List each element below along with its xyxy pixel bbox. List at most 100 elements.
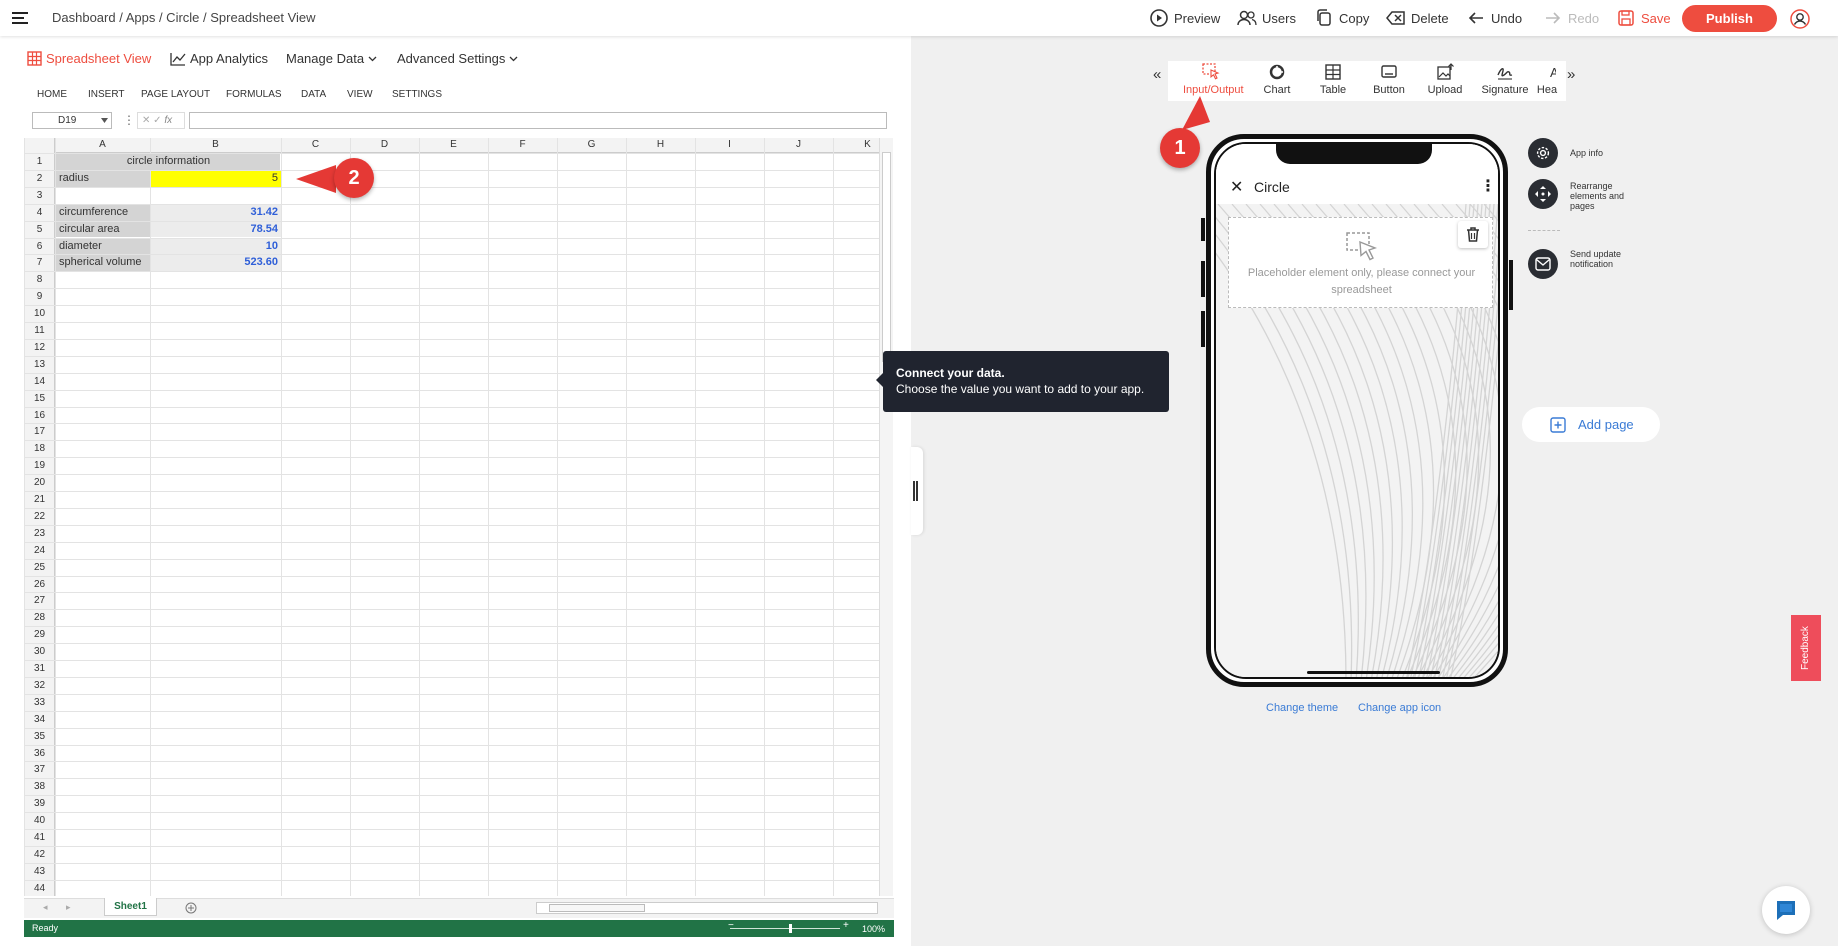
sheet-next-icon[interactable]: ▸ xyxy=(66,902,71,913)
cell-a7[interactable]: spherical volume xyxy=(56,254,150,271)
zoom-slider[interactable] xyxy=(730,928,840,929)
send-notification-label[interactable]: Send update notification xyxy=(1570,249,1625,269)
row-header[interactable]: 38 xyxy=(24,781,55,792)
column-header[interactable]: H xyxy=(626,139,695,150)
row-header[interactable]: 15 xyxy=(24,393,55,404)
row-header[interactable]: 22 xyxy=(24,511,55,522)
column-header[interactable]: K xyxy=(833,139,879,150)
column-header[interactable]: G xyxy=(557,139,626,150)
undo-button[interactable]: Undo xyxy=(1466,8,1522,28)
cell-a5[interactable]: circular area xyxy=(56,221,150,238)
row-header[interactable]: 27 xyxy=(24,595,55,606)
row-header[interactable]: 16 xyxy=(24,410,55,421)
rearrange-button[interactable] xyxy=(1528,179,1558,209)
row-header[interactable]: 10 xyxy=(24,308,55,319)
rearrange-label[interactable]: Rearrange elements and pages xyxy=(1570,181,1625,211)
ribbon-home[interactable]: HOME xyxy=(37,89,67,100)
tab-app-analytics[interactable]: App Analytics xyxy=(170,51,268,66)
tab-spreadsheet-view[interactable]: Spreadsheet View xyxy=(27,51,151,66)
close-icon[interactable]: ✕ xyxy=(1230,177,1243,197)
row-header[interactable]: 43 xyxy=(24,866,55,877)
column-header[interactable]: I xyxy=(695,139,764,150)
row-header[interactable]: 4 xyxy=(24,207,55,218)
row-header[interactable]: 29 xyxy=(24,629,55,640)
change-app-icon-link[interactable]: Change app icon xyxy=(1358,702,1441,714)
delete-element-button[interactable] xyxy=(1458,221,1488,248)
scroll-thumb[interactable] xyxy=(882,152,891,362)
cancel-icon[interactable]: ✕ xyxy=(142,115,150,126)
phone-menu-icon[interactable]: ⋮ xyxy=(1480,176,1496,196)
row-header[interactable]: 19 xyxy=(24,460,55,471)
zoom-out-icon[interactable]: − xyxy=(728,920,734,931)
cell-a2[interactable]: radius xyxy=(56,170,150,187)
row-header[interactable]: 39 xyxy=(24,798,55,809)
row-header[interactable]: 3 xyxy=(24,190,55,201)
widget-signature[interactable]: Signature xyxy=(1477,61,1533,96)
tab-advanced-settings[interactable]: Advanced Settings xyxy=(397,51,518,66)
sheet-prev-icon[interactable]: ◂ xyxy=(43,902,48,913)
preview-button[interactable]: Preview xyxy=(1149,8,1220,28)
ribbon-page-layout[interactable]: PAGE LAYOUT xyxy=(141,89,210,100)
row-header[interactable]: 42 xyxy=(24,849,55,860)
users-button[interactable]: Users xyxy=(1237,8,1296,28)
widget-chart[interactable]: Chart xyxy=(1249,61,1305,96)
widget-upload[interactable]: Upload xyxy=(1417,61,1473,96)
breadcrumb[interactable]: Dashboard / Apps / Circle / Spreadsheet … xyxy=(52,10,316,25)
widget-table[interactable]: Table xyxy=(1305,61,1361,96)
column-header[interactable]: D xyxy=(350,139,419,150)
row-header[interactable]: 17 xyxy=(24,426,55,437)
app-info-button[interactable] xyxy=(1528,138,1558,168)
add-page-button[interactable]: Add page xyxy=(1522,407,1660,442)
row-header[interactable]: 37 xyxy=(24,764,55,775)
row-header[interactable]: 9 xyxy=(24,291,55,302)
column-header[interactable]: E xyxy=(419,139,488,150)
vertical-scrollbar[interactable] xyxy=(879,138,893,896)
cell-b2[interactable]: 5 xyxy=(151,170,281,187)
row-header[interactable]: 2 xyxy=(24,173,55,184)
row-header[interactable]: 20 xyxy=(24,477,55,488)
row-header[interactable]: 5 xyxy=(24,224,55,235)
cell-b5[interactable]: 78.54 xyxy=(151,221,281,238)
row-header[interactable]: 33 xyxy=(24,697,55,708)
widget-input-output[interactable]: Input/Output xyxy=(1183,61,1244,96)
ribbon-data[interactable]: DATA xyxy=(301,89,326,100)
spreadsheet-grid[interactable]: A B C D E F G H I J K 1 2 3 4 5 6 7 8 9 10 11 12 13 14 15 16 17 18 19… xyxy=(24,138,879,896)
row-header[interactable]: 21 xyxy=(24,494,55,505)
column-header[interactable]: B xyxy=(150,139,281,150)
publish-button[interactable]: Publish xyxy=(1682,5,1777,32)
save-button[interactable]: Save xyxy=(1616,8,1671,28)
widget-header[interactable]: A Hea xyxy=(1530,61,1564,96)
row-header[interactable]: 14 xyxy=(24,376,55,387)
copy-button[interactable]: Copy xyxy=(1314,8,1369,28)
row-header[interactable]: 40 xyxy=(24,815,55,826)
formula-input[interactable] xyxy=(189,112,887,129)
row-header[interactable]: 26 xyxy=(24,579,55,590)
row-header[interactable]: 25 xyxy=(24,562,55,573)
ribbon-view[interactable]: VIEW xyxy=(347,89,373,100)
row-header[interactable]: 30 xyxy=(24,646,55,657)
h-scroll-thumb[interactable] xyxy=(549,904,645,912)
cell-a1[interactable]: circle information xyxy=(56,153,281,170)
scroll-left-icon[interactable]: « xyxy=(1153,66,1161,83)
more-vertical-icon[interactable]: ⋮ xyxy=(123,113,135,127)
placeholder-element[interactable]: Placeholder element only, please connect… xyxy=(1228,217,1493,308)
redo-button[interactable]: Redo xyxy=(1543,8,1599,28)
delete-button[interactable]: Delete xyxy=(1386,8,1449,28)
sheet-tab[interactable]: Sheet1 xyxy=(104,898,157,916)
column-header[interactable]: F xyxy=(488,139,557,150)
app-info-label[interactable]: App info xyxy=(1570,148,1603,158)
row-header[interactable]: 1 xyxy=(24,156,55,167)
panel-resize-handle[interactable] xyxy=(911,447,923,535)
add-sheet-icon[interactable] xyxy=(185,902,197,914)
row-header[interactable]: 28 xyxy=(24,612,55,623)
row-header[interactable]: 6 xyxy=(24,241,55,252)
column-header[interactable]: A xyxy=(55,139,150,150)
hamburger-icon[interactable] xyxy=(12,11,28,25)
feedback-tab[interactable]: Feedback xyxy=(1791,615,1821,681)
column-header[interactable]: C xyxy=(281,139,350,150)
scroll-right-icon[interactable]: » xyxy=(1567,66,1575,83)
tab-manage-data[interactable]: Manage Data xyxy=(286,51,377,66)
row-header[interactable]: 41 xyxy=(24,832,55,843)
row-header[interactable]: 24 xyxy=(24,545,55,556)
row-header[interactable]: 12 xyxy=(24,342,55,353)
